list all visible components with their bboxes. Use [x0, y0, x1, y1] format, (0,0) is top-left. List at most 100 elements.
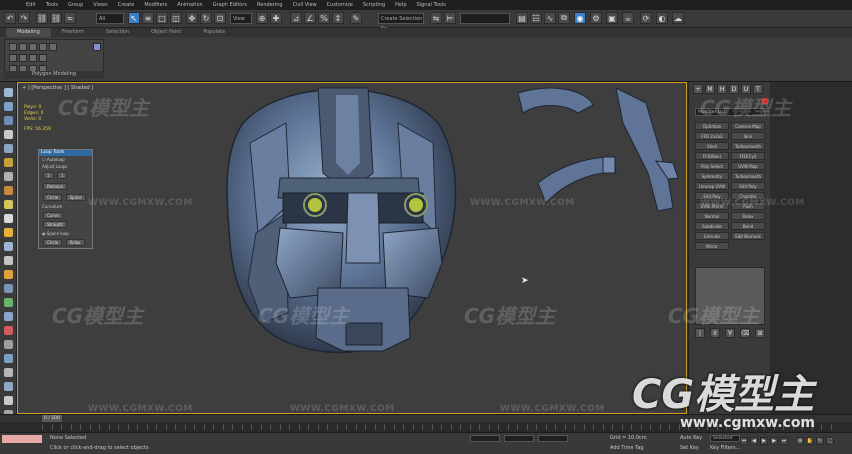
modifier-button[interactable]: Extrude — [695, 232, 729, 240]
schematic-view-icon[interactable]: ⧉ — [558, 12, 570, 24]
go-to-end-icon[interactable]: ⏭ — [780, 437, 788, 445]
geosphere-icon[interactable] — [4, 242, 13, 251]
modifier-button[interactable]: Skin — [731, 132, 765, 140]
ribbon-tab-populate[interactable]: Populate — [192, 28, 236, 37]
selection-filter-dropdown[interactable]: All — [96, 13, 124, 24]
render-production-icon[interactable]: ☕ — [622, 12, 634, 24]
maximize-viewport-icon[interactable]: ⛶ — [826, 437, 834, 445]
modifier-button[interactable]: Turbosmooth — [731, 172, 765, 180]
edit-named-selection-icon[interactable]: ✎ — [350, 12, 362, 24]
modifier-button[interactable]: Relax — [731, 212, 765, 220]
menu-item-customize[interactable]: Customize — [327, 2, 353, 8]
modifier-button[interactable]: Optimize — [695, 122, 729, 130]
modifier-button[interactable]: FFD(Cyl) — [731, 152, 765, 160]
orbit-icon[interactable]: ↻ — [816, 437, 824, 445]
modifier-button[interactable]: Edit Poly — [731, 182, 765, 190]
move-icon[interactable]: ✥ — [186, 12, 198, 24]
ribbon-tab-freeform[interactable]: Freeform — [51, 28, 95, 37]
straight-button[interactable]: Straight — [43, 221, 67, 228]
play-icon[interactable]: ▶ — [760, 437, 768, 445]
scale-icon[interactable]: ⊡ — [214, 12, 226, 24]
stack-control-button[interactable]: ∀ — [725, 328, 735, 338]
modifier-button[interactable]: Normal — [695, 212, 729, 220]
menu-item-modifiers[interactable]: Modifiers — [144, 2, 167, 8]
modifier-button[interactable]: FFD(Box) — [695, 152, 729, 160]
element-icon[interactable] — [49, 43, 57, 51]
mirror-icon[interactable]: ⇋ — [430, 12, 442, 24]
loop-value-a[interactable]: 1 — [43, 172, 54, 179]
menu-item-edit[interactable]: Edit — [26, 2, 36, 8]
camera-icon[interactable] — [4, 172, 13, 181]
pyramid-icon[interactable] — [4, 312, 13, 321]
ribbon-tab-selection[interactable]: Selection — [95, 28, 140, 37]
relax-button[interactable]: Relax — [65, 239, 85, 246]
perspective-viewport[interactable]: + ] [Perspective ] [ Shaded ] Polys: 0 E… — [17, 82, 687, 414]
bind-space-warp-icon[interactable]: ≈ — [64, 12, 76, 24]
circle-relax-button[interactable]: Circle — [43, 239, 63, 246]
tube-icon[interactable] — [4, 284, 13, 293]
add-time-tag-button[interactable]: Add Time Tag — [610, 445, 644, 451]
next-frame-icon[interactable]: ▶ — [770, 437, 778, 445]
render-setup-icon[interactable]: ⚙ — [590, 12, 602, 24]
pivot-center-icon[interactable]: ⊕ — [256, 12, 268, 24]
stack-control-button[interactable]: | — [695, 328, 705, 338]
x-coordinate-field[interactable] — [470, 435, 500, 442]
menu-item-animation[interactable]: Animation — [177, 2, 203, 8]
set-key-button[interactable]: Set Key — [680, 445, 699, 451]
z-coordinate-field[interactable] — [538, 435, 568, 442]
helmet-model[interactable] — [18, 83, 687, 414]
modifier-button[interactable]: Poly Select — [695, 162, 729, 170]
key-filters-button[interactable]: Key Filters... — [710, 445, 740, 451]
pan-icon[interactable]: ✋ — [806, 437, 814, 445]
show-end-result-icon[interactable] — [19, 54, 27, 62]
ribbon-tab-object-paint[interactable]: Object Paint — [140, 28, 192, 37]
maxscript-listener[interactable] — [2, 435, 42, 443]
menu-item-graph-editors[interactable]: Graph Editors — [213, 2, 247, 8]
nurbs-icon[interactable] — [4, 354, 13, 363]
modifier-button[interactable]: Mirror — [695, 242, 729, 250]
compound-icon[interactable] — [4, 340, 13, 349]
menu-item-group[interactable]: Group — [68, 2, 83, 8]
spline-button[interactable]: Spline — [65, 194, 86, 201]
autoloop-option[interactable]: ☐ Autoloop — [39, 156, 92, 163]
modifier-button[interactable]: Unwrap UVW — [695, 182, 729, 190]
go-to-start-icon[interactable]: ⏮ — [740, 437, 748, 445]
select-by-name-icon[interactable]: ≡ — [142, 12, 154, 24]
vertex-icon[interactable] — [9, 43, 17, 51]
modifier-button[interactable]: Edit Normals — [731, 232, 765, 240]
previous-modifier-icon[interactable] — [29, 54, 37, 62]
select-object-icon[interactable]: ↖ — [128, 12, 140, 24]
space-loop-option[interactable]: ◉ Space loop — [39, 230, 92, 237]
window-icon[interactable] — [4, 382, 13, 391]
light-icon[interactable] — [4, 158, 13, 167]
selected-dropdown[interactable]: Selected — [710, 435, 740, 442]
box-icon[interactable] — [4, 102, 13, 111]
circle-button[interactable]: Circle — [43, 194, 63, 201]
systems-icon[interactable] — [4, 228, 13, 237]
redo-icon[interactable]: ↷ — [18, 12, 30, 24]
modifier-button[interactable]: UVW Map — [731, 162, 765, 170]
rotate-icon[interactable]: ↻ — [200, 12, 212, 24]
layer-manager-icon[interactable]: ▤ — [516, 12, 528, 24]
modifier-button[interactable]: FFD 2x2x2 — [695, 132, 729, 140]
polygon-modeling-toggle-icon[interactable] — [93, 43, 101, 51]
menu-item-civil-view[interactable]: Civil View — [293, 2, 317, 8]
menu-item-rendering[interactable]: Rendering — [257, 2, 283, 8]
modifier-button[interactable]: Shell — [695, 142, 729, 150]
rectangular-selection-icon[interactable]: □ — [156, 12, 168, 24]
angle-snap-icon[interactable]: ∠ — [304, 12, 316, 24]
stack-control-button[interactable]: ⊞ — [755, 328, 765, 338]
scene-explorer-icon[interactable]: ☷ — [530, 12, 542, 24]
particle-icon[interactable] — [4, 326, 13, 335]
link-icon[interactable]: ⛓ — [36, 12, 48, 24]
spacewarp-icon[interactable] — [4, 200, 13, 209]
menu-item-tools[interactable]: Tools — [46, 2, 58, 8]
undo-icon[interactable]: ↶ — [4, 12, 16, 24]
stack-control-button[interactable]: ⌫ — [740, 328, 750, 338]
render-activeshade-icon[interactable]: ◐ — [656, 12, 668, 24]
workspace-dropdown[interactable] — [460, 13, 510, 24]
door-icon[interactable] — [4, 368, 13, 377]
polygon-modeling-label[interactable]: Polygon Modeling — [4, 71, 104, 79]
reference-coordinate-dropdown[interactable]: View — [230, 13, 252, 24]
remove-button[interactable]: Remove — [43, 183, 68, 190]
